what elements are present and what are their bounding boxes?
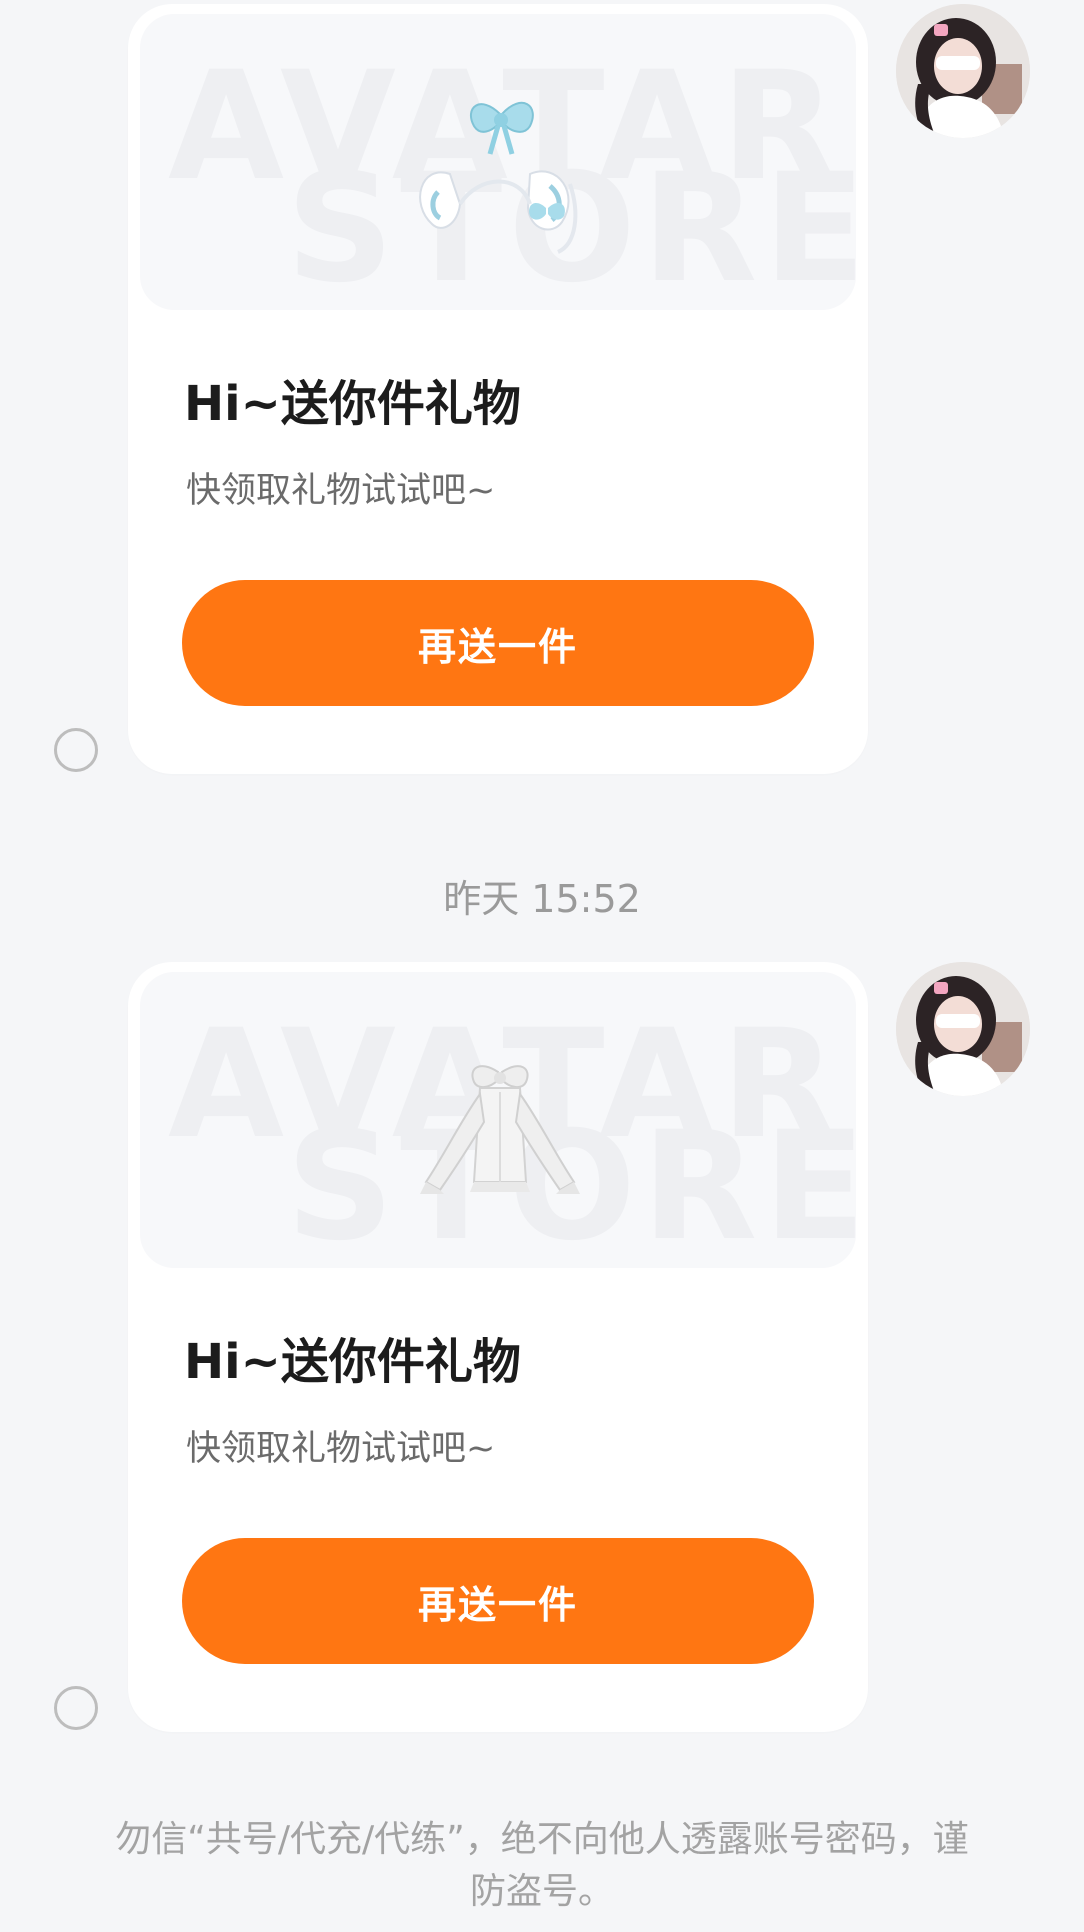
send-another-button[interactable]: 再送一件 [182,580,814,706]
gift-message-card[interactable]: AVATAR STORE Hi~送你件礼物 快领取礼物试试吧~ 再送一件 [128,4,868,774]
select-radio[interactable] [54,1686,98,1730]
gift-banner: AVATAR STORE [140,14,856,310]
send-another-button[interactable]: 再送一件 [182,1538,814,1664]
gift-subtitle: 快领取礼物试试吧~ [186,471,496,511]
white-dress-icon [420,1065,580,1194]
avatar-icon [896,4,1030,138]
gift-message-card[interactable]: AVATAR STORE Hi~送你件礼物 快领取礼物试试吧~ 再送一件 [128,962,868,1732]
select-radio[interactable] [54,728,98,772]
avatar[interactable] [896,962,1030,1096]
message-timestamp: 昨天 15:52 [443,877,641,921]
gift-subtitle: 快领取礼物试试吧~ [186,1429,496,1469]
avatar-icon [896,962,1030,1096]
gift-banner: AVATAR STORE [140,972,856,1268]
bunny-ears-bow-icon [419,101,578,254]
safety-notice: 勿信“共号/代充/代练”，绝不向他人透露账号密码，谨防盗号。 [115,1819,969,1912]
gift-title: Hi~送你件礼物 [184,376,521,432]
gift-title: Hi~送你件礼物 [184,1334,521,1390]
avatar[interactable] [896,4,1030,138]
